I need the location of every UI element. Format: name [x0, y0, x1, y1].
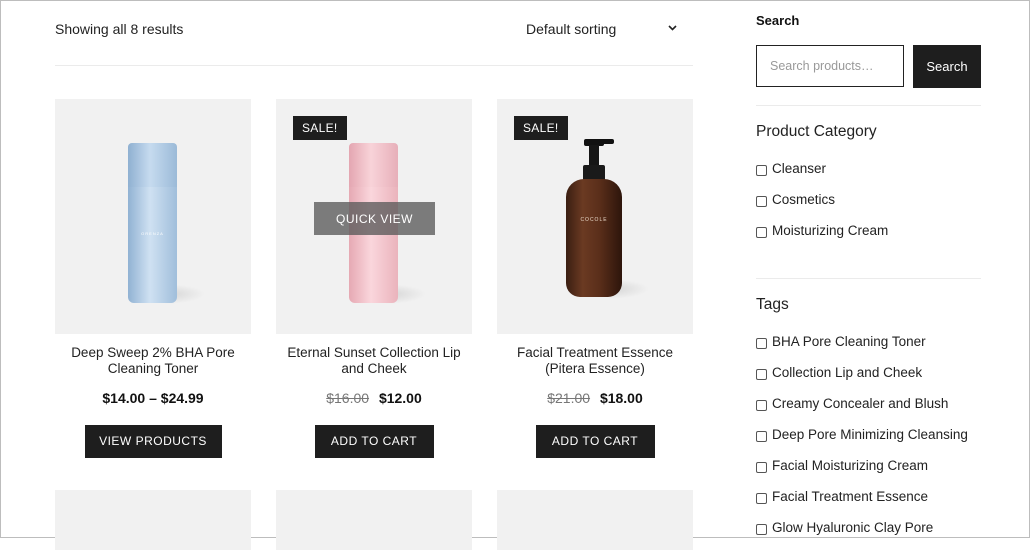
product-image-placeholder[interactable]	[497, 490, 693, 550]
product-image[interactable]: ORENZA	[55, 99, 251, 334]
checkbox[interactable]	[756, 338, 767, 349]
category-label: Cosmetics	[772, 192, 836, 207]
tags-heading: Tags	[756, 296, 789, 313]
result-count: Showing all 8 results	[55, 21, 184, 37]
toolbar-divider	[55, 65, 693, 66]
product-card: ORENZA Deep Sweep 2% BHA Pore Cleaning T…	[55, 99, 251, 458]
search-heading: Search	[756, 13, 800, 28]
category-item[interactable]: Moisturizing Cream	[756, 223, 888, 254]
tag-item[interactable]: Facial Treatment Essence	[756, 489, 968, 520]
bottle-brand-text: ORENZA	[141, 231, 164, 236]
tag-label: Collection Lip and Cheek	[772, 365, 923, 380]
toner-bottle: ORENZA	[128, 143, 177, 303]
essence-pump-bottle: COCOLE	[564, 139, 624, 297]
product-card: COCOLE SALE! Facial Treatment Essence (P…	[497, 99, 693, 458]
category-list: Cleanser Cosmetics Moisturizing Cream	[756, 161, 888, 254]
sale-badge: SALE!	[293, 116, 347, 140]
chevron-down-icon	[667, 21, 678, 36]
tag-label: Creamy Concealer and Blush	[772, 396, 949, 411]
category-label: Moisturizing Cream	[772, 223, 889, 238]
search-input[interactable]: Search products…	[756, 45, 904, 87]
product-title[interactable]: Eternal Sunset Collection Lip and Cheek	[276, 345, 472, 377]
old-price: $16.00	[326, 390, 370, 406]
current-price: $14.00 – $24.99	[102, 390, 204, 406]
search-button[interactable]: Search	[913, 45, 981, 88]
checkbox[interactable]	[756, 431, 767, 442]
tag-label: Facial Moisturizing Cream	[772, 458, 929, 473]
tag-item[interactable]: Collection Lip and Cheek	[756, 365, 968, 396]
checkbox[interactable]	[756, 227, 767, 238]
checkbox[interactable]	[756, 400, 767, 411]
current-price: $18.00	[599, 390, 643, 406]
product-price: $14.00 – $24.99	[55, 390, 251, 406]
checkbox[interactable]	[756, 493, 767, 504]
quick-view-button[interactable]: QUICK VIEW	[314, 202, 435, 235]
tag-label: Deep Pore Minimizing Cleansing	[772, 427, 968, 442]
current-price: $12.00	[378, 390, 422, 406]
product-price: $21.00 $18.00	[497, 390, 693, 406]
view-products-button[interactable]: VIEW PRODUCTS	[84, 425, 222, 458]
tag-item[interactable]: Glow Hyaluronic Clay Pore	[756, 520, 968, 551]
category-item[interactable]: Cosmetics	[756, 192, 888, 223]
tag-item[interactable]: Facial Moisturizing Cream	[756, 458, 968, 489]
tag-label: BHA Pore Cleaning Toner	[772, 334, 926, 349]
tags-list: BHA Pore Cleaning Toner Collection Lip a…	[756, 334, 968, 551]
checkbox[interactable]	[756, 165, 767, 176]
checkbox[interactable]	[756, 369, 767, 380]
checkbox[interactable]	[756, 196, 767, 207]
tag-item[interactable]: Creamy Concealer and Blush	[756, 396, 968, 427]
sorting-select[interactable]: Default sorting	[526, 21, 682, 37]
tag-label: Facial Treatment Essence	[772, 489, 929, 504]
product-title[interactable]: Facial Treatment Essence (Pitera Essence…	[497, 345, 693, 377]
sorting-selected-label: Default sorting	[526, 21, 617, 37]
sale-badge: SALE!	[514, 116, 568, 140]
add-to-cart-button[interactable]: ADD TO CART	[314, 425, 434, 458]
tag-item[interactable]: BHA Pore Cleaning Toner	[756, 334, 968, 365]
tag-label: Glow Hyaluronic Clay Pore	[772, 520, 934, 535]
checkbox[interactable]	[756, 524, 767, 535]
product-image-placeholder[interactable]	[55, 490, 251, 550]
sidebar-divider	[756, 278, 981, 279]
tag-item[interactable]: Deep Pore Minimizing Cleansing	[756, 427, 968, 458]
product-price: $16.00 $12.00	[276, 390, 472, 406]
category-heading: Product Category	[756, 123, 877, 140]
product-image-placeholder[interactable]	[276, 490, 472, 550]
category-label: Cleanser	[772, 161, 827, 176]
category-item[interactable]: Cleanser	[756, 161, 888, 192]
product-image[interactable]: COCOLE SALE!	[497, 99, 693, 334]
bottle-brand-text: COCOLE	[580, 217, 608, 223]
add-to-cart-button[interactable]: ADD TO CART	[535, 425, 655, 458]
product-image[interactable]: SALE! QUICK VIEW	[276, 99, 472, 334]
checkbox[interactable]	[756, 462, 767, 473]
product-card: SALE! QUICK VIEW Eternal Sunset Collecti…	[276, 99, 472, 458]
old-price: $21.00	[547, 390, 591, 406]
sidebar-divider	[756, 105, 981, 106]
product-title[interactable]: Deep Sweep 2% BHA Pore Cleaning Toner	[55, 345, 251, 377]
